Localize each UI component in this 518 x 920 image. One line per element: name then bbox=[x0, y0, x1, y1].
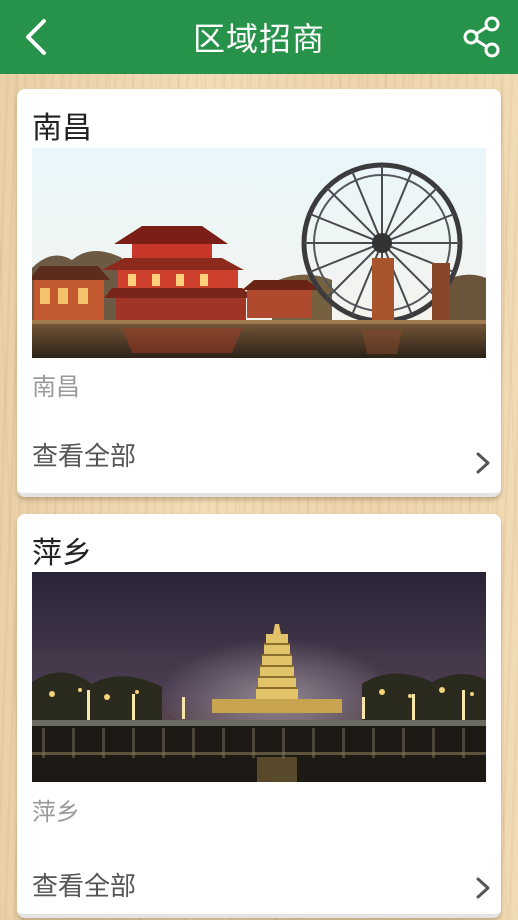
page-title: 区域招商 bbox=[192, 20, 325, 58]
view-all-link[interactable]: 查看全部 bbox=[32, 436, 136, 473]
region-title: 萍乡 bbox=[32, 536, 92, 571]
chevron-right-icon[interactable] bbox=[473, 449, 493, 477]
view-all-link[interactable]: 查看全部 bbox=[32, 866, 136, 903]
region-title: 南昌 bbox=[32, 111, 92, 146]
share-icon[interactable] bbox=[462, 16, 504, 58]
chevron-left-icon[interactable] bbox=[18, 17, 58, 57]
region-image-nanchang[interactable] bbox=[32, 148, 486, 358]
chevron-right-icon[interactable] bbox=[473, 874, 493, 902]
region-caption: 南昌 bbox=[32, 373, 80, 401]
region-card-nanchang[interactable]: 南昌 南昌 查看全部 bbox=[17, 89, 501, 497]
region-image-pingxiang[interactable] bbox=[32, 572, 486, 782]
region-caption: 萍乡 bbox=[32, 798, 80, 826]
app-header: 区域招商 bbox=[0, 0, 518, 74]
region-card-pingxiang[interactable]: 萍乡 萍乡 查看全部 bbox=[17, 514, 501, 918]
